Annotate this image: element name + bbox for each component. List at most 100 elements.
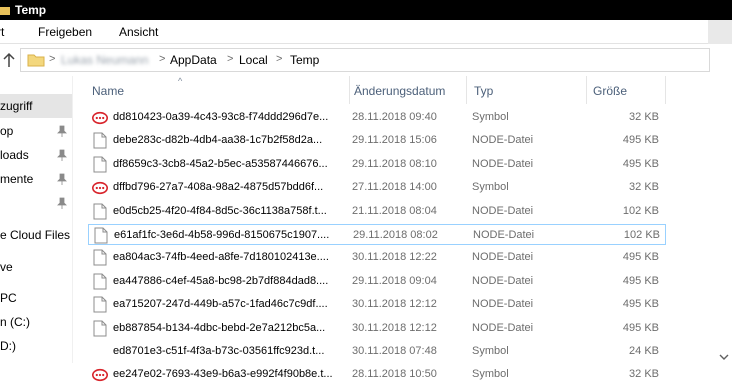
file-row[interactable]: dffbd796-27a7-408a-98a2-4875d57bdd6f... 2… — [88, 177, 666, 198]
file-date: 28.11.2018 10:50 — [352, 368, 437, 381]
column-divider[interactable] — [665, 76, 666, 104]
tab-share[interactable]: Freigeben — [38, 25, 92, 39]
file-row[interactable]: ee247e02-7693-43e9-b6a3-e992f4f90b8e.t..… — [88, 364, 666, 385]
file-type: NODE-Datei — [472, 204, 534, 217]
address-bar[interactable]: > Lukas Neumann > AppData > Local > Temp — [20, 48, 710, 72]
breadcrumb-appdata[interactable]: AppData — [170, 53, 217, 67]
nav-item-drive-d[interactable]: D:) — [0, 334, 72, 358]
file-type: NODE-Datei — [472, 274, 534, 287]
file-row[interactable]: dd810423-0a39-4c43-93c8-f74ddd296d7e... 2… — [88, 107, 666, 128]
file-row[interactable]: ea447886-c4ef-45a8-bc98-2b7df884dad8....… — [88, 271, 666, 292]
nav-item-pictures[interactable] — [0, 191, 72, 215]
folder-icon — [27, 54, 45, 67]
file-icon — [93, 203, 107, 220]
tab-view[interactable]: Ansicht — [119, 25, 158, 39]
file-size: 24 KB — [629, 345, 659, 357]
file-date: 29.11.2018 08:02 — [353, 229, 438, 241]
column-divider[interactable] — [349, 76, 350, 104]
file-list: ^ Name Änderungsdatum Typ Größe dd810423… — [74, 76, 732, 382]
file-date: 21.11.2018 08:04 — [352, 204, 437, 217]
file-size: 495 KB — [622, 251, 659, 264]
file-size: 102 KB — [622, 204, 659, 217]
file-icon — [93, 273, 107, 290]
pin-icon — [57, 149, 67, 161]
folder-titlebar-icon — [0, 7, 10, 15]
file-name: df8659c3-3cb8-45a2-b5ec-a53587446676... — [113, 157, 328, 170]
breadcrumb-separator: > — [49, 53, 56, 65]
file-row[interactable]: eb887854-b134-4dbc-bebd-2e7a212bc5a... 30… — [88, 318, 666, 339]
column-header-type[interactable]: Typ — [474, 84, 493, 98]
file-name: e61af1fc-3e6d-4b58-996d-8150675c1907.... — [114, 229, 330, 241]
file-row[interactable]: ea804ac3-74fb-4eed-a8fe-7d180102413e....… — [88, 247, 666, 268]
nav-item-drive-c[interactable]: n (C:) — [0, 310, 72, 334]
nav-scrollbar[interactable] — [72, 76, 73, 363]
nav-item-downloads[interactable]: loads — [0, 143, 72, 167]
file-row[interactable]: e0d5cb25-4f20-4f84-8d5c-36c1138a758f.t..… — [88, 201, 666, 222]
symbol-red-icon — [92, 182, 108, 195]
file-name: ee247e02-7693-43e9-b6a3-e992f4f90b8e.t..… — [113, 368, 333, 381]
file-icon — [93, 156, 107, 173]
nav-item-onedrive[interactable]: ve — [0, 255, 72, 279]
file-date: 27.11.2018 14:00 — [352, 181, 437, 194]
file-name: ed8701e3-c51f-4f3a-b73c-03561ffc923d.t..… — [113, 345, 325, 357]
file-date: 29.11.2018 08:10 — [352, 157, 437, 170]
file-name: ea715207-247d-449b-a57c-1fad46c7c9df.... — [113, 298, 328, 311]
file-type: Symbol — [472, 345, 509, 357]
nav-item-this-pc[interactable]: PC — [0, 286, 72, 310]
file-type: Symbol — [472, 368, 509, 381]
breadcrumb-temp[interactable]: Temp — [290, 53, 319, 67]
nav-item-creative-cloud-files[interactable]: e Cloud Files — [0, 223, 72, 247]
column-divider[interactable] — [586, 76, 587, 104]
file-name: e0d5cb25-4f20-4f84-8d5c-36c1138a758f.t..… — [113, 204, 327, 217]
file-size: 495 KB — [622, 298, 659, 311]
nav-item-label: e Cloud Files — [0, 228, 71, 242]
column-header-name[interactable]: Name — [92, 84, 124, 98]
file-icon — [93, 132, 107, 149]
up-arrow-icon[interactable] — [2, 51, 16, 69]
column-divider[interactable] — [466, 76, 467, 104]
ribbon: rt Freigeben Ansicht — [0, 20, 732, 44]
file-icon — [93, 320, 107, 337]
blank-icon — [92, 343, 108, 360]
file-row[interactable]: ed8701e3-c51f-4f3a-b73c-03561ffc923d.t..… — [88, 341, 666, 362]
nav-item-desktop[interactable]: op — [0, 119, 72, 143]
column-header-date[interactable]: Änderungsdatum — [354, 84, 445, 98]
nav-item-label: op — [0, 124, 14, 138]
nav-item-documents[interactable]: mente — [0, 167, 72, 191]
file-size: 102 KB — [623, 229, 660, 241]
file-row[interactable]: df8659c3-3cb8-45a2-b5ec-a53587446676... 2… — [88, 154, 666, 175]
breadcrumb-separator: > — [276, 53, 283, 65]
scroll-down-icon[interactable] — [716, 351, 732, 363]
file-type: NODE-Datei — [473, 229, 535, 241]
breadcrumb-separator: > — [227, 53, 234, 65]
nav-item-label: mente — [0, 172, 34, 186]
nav-item-label: zugriff — [0, 99, 33, 113]
file-row[interactable]: debe283c-d82b-4db4-aa38-1c7b2f58d2a... 29… — [88, 130, 666, 151]
file-type: NODE-Datei — [472, 298, 534, 311]
file-icon — [94, 227, 108, 244]
file-size: 32 KB — [629, 111, 659, 123]
column-headers: ^ Name Änderungsdatum Typ Größe — [74, 76, 732, 104]
file-date: 30.11.2018 12:12 — [352, 321, 437, 334]
file-row[interactable]: ea715207-247d-449b-a57c-1fad46c7c9df....… — [88, 294, 666, 315]
file-size: 495 KB — [622, 134, 659, 147]
breadcrumb-separator: > — [159, 53, 166, 65]
file-icon — [93, 249, 107, 266]
ribbon-expand-area[interactable] — [708, 20, 732, 44]
column-header-size[interactable]: Größe — [593, 84, 627, 98]
address-row: > Lukas Neumann > AppData > Local > Temp — [0, 45, 732, 75]
nav-item-quick-access[interactable]: zugriff — [0, 94, 72, 118]
file-name: ea804ac3-74fb-4eed-a8fe-7d180102413e.... — [113, 251, 329, 264]
sort-up-icon: ^ — [178, 76, 183, 86]
tab-start[interactable]: rt — [0, 25, 4, 39]
file-type: Symbol — [472, 181, 509, 194]
breadcrumb-user[interactable]: Lukas Neumann — [61, 53, 148, 67]
nav-item-label: ve — [0, 260, 13, 274]
symbol-red-icon — [92, 111, 108, 125]
file-type: NODE-Datei — [472, 157, 534, 170]
file-date: 29.11.2018 15:06 — [352, 134, 437, 147]
file-size: 495 KB — [622, 157, 659, 170]
breadcrumb-local[interactable]: Local — [239, 53, 268, 67]
file-row[interactable]: e61af1fc-3e6d-4b58-996d-8150675c1907....… — [88, 224, 666, 245]
file-type: NODE-Datei — [472, 134, 534, 147]
